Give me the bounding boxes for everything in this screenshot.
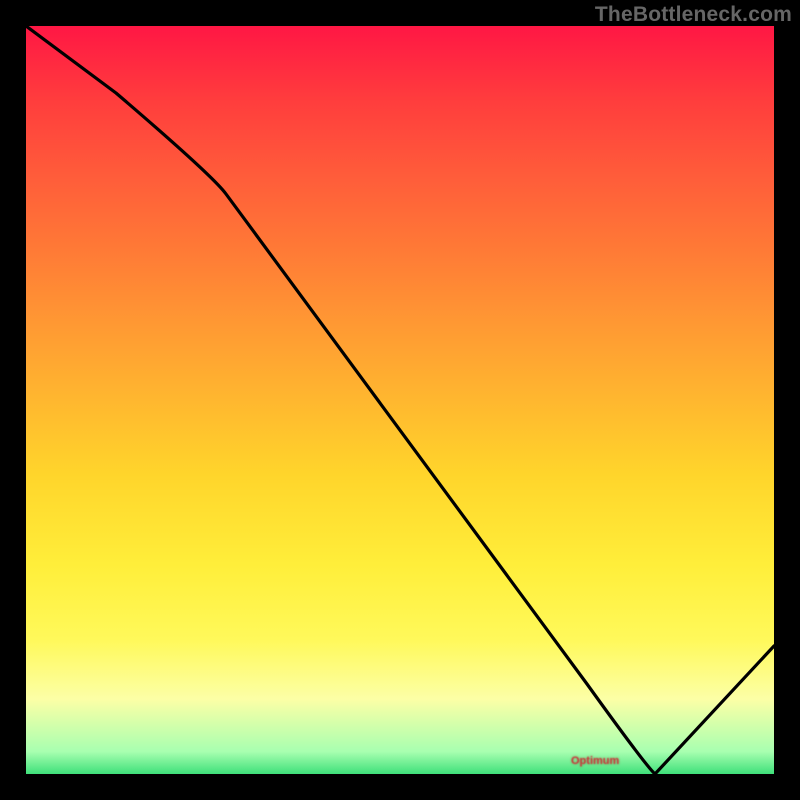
curve-path [26, 26, 774, 774]
chart-stage: TheBottleneck.com Optimum [0, 0, 800, 800]
optimum-label: Optimum [571, 755, 619, 767]
bottleneck-curve [26, 26, 774, 774]
watermark-text: TheBottleneck.com [595, 3, 792, 27]
plot-area: Optimum [26, 26, 774, 774]
